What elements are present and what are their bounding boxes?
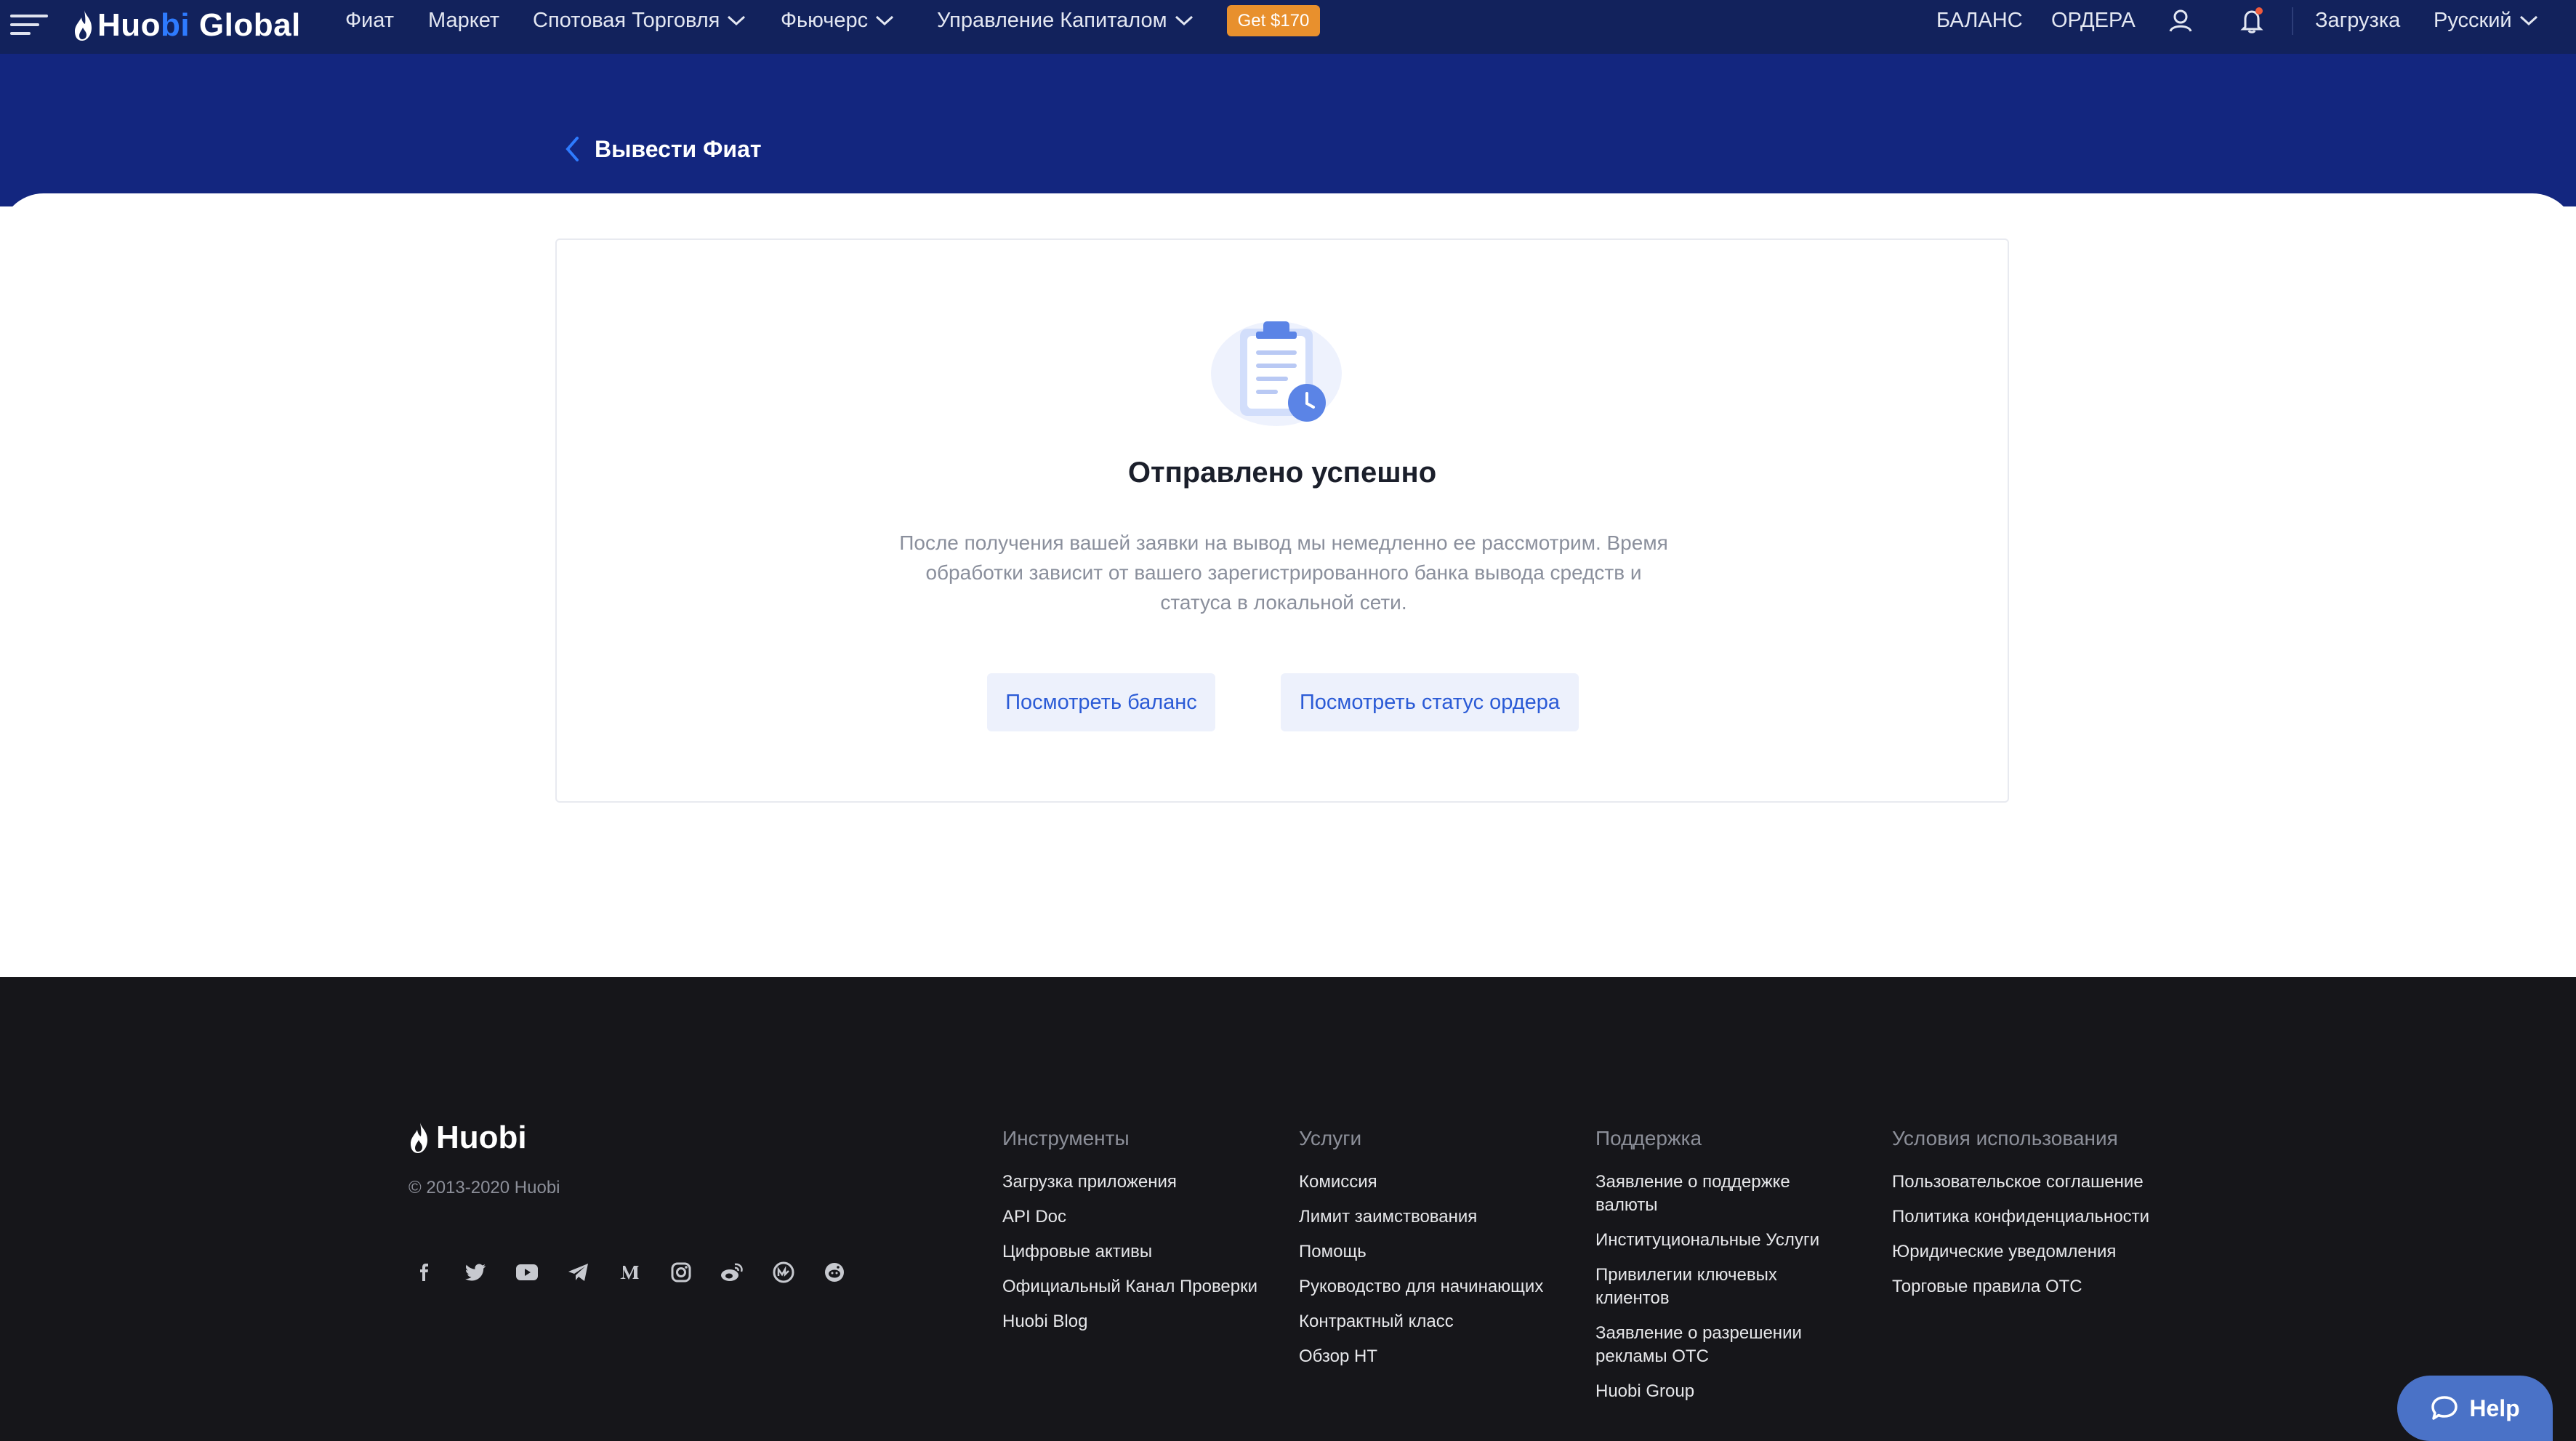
footer-col-support: Поддержка Заявление о поддержке валюты И… bbox=[1595, 1127, 1828, 1415]
footer-link[interactable]: Комиссия bbox=[1299, 1171, 1590, 1194]
footer-link[interactable]: Помощь bbox=[1299, 1240, 1590, 1264]
nav-language-label: Русский bbox=[2434, 8, 2512, 32]
success-title: Отправлено успешно bbox=[1127, 457, 1437, 489]
chevron-down-icon bbox=[728, 15, 746, 26]
top-navbar: Huobi Global Фиат Маркет Спотовая Торгов… bbox=[0, 0, 2576, 54]
footer-link[interactable]: Заявление о поддержке валюты bbox=[1595, 1171, 1828, 1217]
nav-futures-label: Фьючерс bbox=[781, 8, 869, 32]
footer-link[interactable]: Торговые правила OTC bbox=[1892, 1275, 2183, 1298]
chevron-down-icon bbox=[2519, 15, 2537, 26]
youtube-icon[interactable] bbox=[511, 1256, 543, 1288]
nav-balance-label: БАЛАНС bbox=[1936, 8, 2023, 32]
logo-text: Huobi Global bbox=[97, 7, 301, 43]
promo-badge[interactable]: Get $170 bbox=[1227, 5, 1320, 36]
footer-link[interactable]: Загрузка приложения bbox=[1002, 1171, 1293, 1194]
footer-link[interactable]: Руководство для начинающих bbox=[1299, 1275, 1590, 1298]
instagram-icon[interactable] bbox=[665, 1256, 697, 1288]
footer-link[interactable]: Обзор HT bbox=[1299, 1345, 1590, 1368]
page-title: Вывести Фиат bbox=[595, 135, 762, 162]
nav-language[interactable]: Русский bbox=[2434, 0, 2538, 41]
header-band bbox=[0, 54, 2576, 206]
nav-download[interactable]: Загрузка bbox=[2315, 0, 2400, 41]
view-order-status-button[interactable]: Посмотреть статус ордера bbox=[1281, 673, 1579, 731]
success-description: После получения вашей заявки на вывод мы… bbox=[899, 531, 1668, 614]
footer-col-tools: Инструменты Загрузка приложения API Doc … bbox=[1002, 1127, 1293, 1345]
footer-link[interactable]: Политика конфиденциальности bbox=[1892, 1205, 2183, 1229]
twitter-icon[interactable] bbox=[460, 1256, 492, 1288]
footer-col-terms: Условия использования Пользовательское с… bbox=[1892, 1127, 2183, 1310]
nav-balance[interactable]: БАЛАНС bbox=[1936, 0, 2023, 41]
weibo-icon[interactable] bbox=[716, 1256, 748, 1288]
nav-download-label: Загрузка bbox=[2315, 8, 2401, 32]
clipboard-clock-icon bbox=[1211, 321, 1342, 426]
footer-logo-text: Huobi bbox=[436, 1120, 527, 1155]
chevron-down-icon bbox=[876, 15, 894, 26]
footer: Huobi © 2013-2020 Huobi Инструменты Загр… bbox=[0, 977, 2576, 1441]
chat-bubble-icon bbox=[2431, 1396, 2458, 1420]
telegram-icon[interactable] bbox=[563, 1256, 595, 1288]
footer-link[interactable]: Цифровые активы bbox=[1002, 1240, 1293, 1264]
nav-spot-trading-label: Спотовая Торговля bbox=[533, 8, 720, 32]
nav-spot-trading[interactable]: Спотовая Торговля bbox=[533, 0, 746, 41]
footer-col-title: Услуги bbox=[1299, 1127, 1362, 1149]
reddit-icon[interactable] bbox=[818, 1256, 850, 1288]
help-chat-button[interactable]: Help bbox=[2397, 1376, 2553, 1441]
user-icon[interactable] bbox=[2168, 7, 2194, 33]
nav-futures[interactable]: Фьючерс bbox=[781, 0, 894, 41]
nav-asset-management-label: Управление Капиталом bbox=[937, 8, 1167, 32]
footer-col-title: Условия использования bbox=[1892, 1127, 2118, 1149]
nav-orders[interactable]: ОРДЕРА bbox=[2051, 0, 2136, 41]
copyright: © 2013-2020 Huobi bbox=[408, 1178, 560, 1197]
footer-link[interactable]: Huobi Blog bbox=[1002, 1310, 1293, 1333]
menu-icon[interactable] bbox=[10, 10, 48, 39]
view-balance-button[interactable]: Посмотреть баланс bbox=[987, 673, 1215, 731]
social-links bbox=[408, 1256, 870, 1288]
footer-logo[interactable]: Huobi bbox=[408, 1120, 527, 1156]
success-card: Отправлено успешно После получения вашей… bbox=[555, 238, 2009, 803]
footer-link[interactable]: Контрактный класс bbox=[1299, 1310, 1590, 1333]
footer-link[interactable]: Huobi Group bbox=[1595, 1380, 1828, 1403]
facebook-icon[interactable] bbox=[408, 1256, 440, 1288]
back-arrow-icon[interactable] bbox=[564, 135, 581, 163]
footer-link[interactable]: Привилегии ключевых клиентов bbox=[1595, 1264, 1828, 1310]
footer-link[interactable]: API Doc bbox=[1002, 1205, 1293, 1229]
nav-market[interactable]: Маркет bbox=[428, 0, 499, 41]
footer-col-services: Услуги Комиссия Лимит заимствования Помо… bbox=[1299, 1127, 1590, 1380]
footer-link[interactable]: Институциональные Услуги bbox=[1595, 1229, 1828, 1252]
footer-link[interactable]: Лимит заимствования bbox=[1299, 1205, 1590, 1229]
flame-icon bbox=[75, 10, 92, 41]
nav-asset-management[interactable]: Управление Капиталом bbox=[937, 0, 1194, 41]
nav-divider bbox=[2292, 7, 2293, 35]
help-label: Help bbox=[2469, 1394, 2520, 1421]
bell-icon[interactable] bbox=[2239, 7, 2265, 33]
footer-link[interactable]: Заявление о разрешении рекламы OTC bbox=[1595, 1322, 1828, 1368]
footer-link[interactable]: Юридические уведомления bbox=[1892, 1240, 2183, 1264]
page-header: Вывести Фиат bbox=[564, 135, 762, 163]
flame-icon bbox=[411, 1123, 427, 1153]
footer-link[interactable]: Официальный Канал Проверки bbox=[1002, 1275, 1293, 1298]
chevron-down-icon bbox=[1175, 15, 1193, 26]
medium-icon[interactable] bbox=[613, 1256, 645, 1288]
nav-fiat[interactable]: Фиат bbox=[345, 0, 394, 41]
footer-col-title: Инструменты bbox=[1002, 1127, 1130, 1149]
nav-orders-label: ОРДЕРА bbox=[2051, 8, 2136, 32]
footer-link[interactable]: Пользовательское соглашение bbox=[1892, 1171, 2183, 1194]
nav-fiat-label: Фиат bbox=[345, 8, 395, 32]
nav-market-label: Маркет bbox=[428, 8, 500, 32]
huobi-global-logo[interactable]: Huobi Global bbox=[73, 4, 301, 47]
coinmarketcap-icon[interactable] bbox=[768, 1256, 800, 1288]
footer-col-title: Поддержка bbox=[1595, 1127, 1702, 1149]
